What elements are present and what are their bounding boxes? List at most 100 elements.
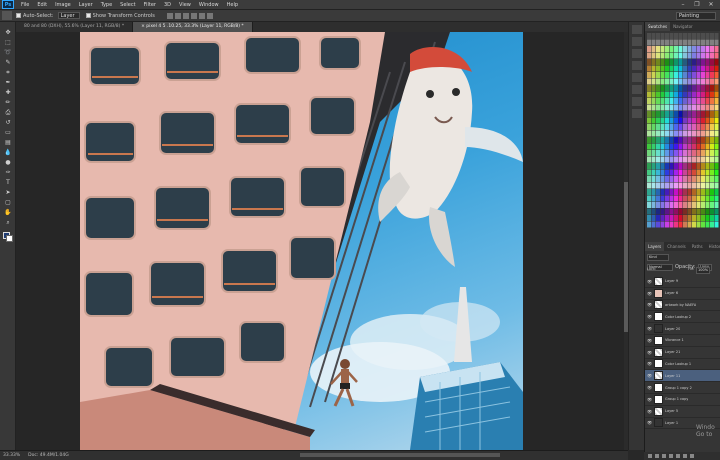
menu-window[interactable]: Window (195, 0, 223, 10)
visibility-eye-icon[interactable]: 👁 (647, 373, 652, 378)
visibility-eye-icon[interactable]: 👁 (647, 385, 652, 390)
move-tool-icon[interactable] (2, 11, 12, 20)
menu-filter[interactable]: Filter (140, 0, 160, 10)
shape-tool-icon[interactable]: ▢ (3, 198, 13, 207)
distribute-icon[interactable] (190, 12, 197, 19)
paragraph-panel-icon[interactable] (632, 85, 642, 94)
layer-row[interactable]: 👁 Layer 6 (645, 288, 720, 300)
auto-select-dropdown[interactable]: Layer (57, 12, 80, 19)
delete-layer-icon[interactable] (690, 454, 694, 458)
layer-row[interactable]: 👁 Color Lookup 2 (645, 311, 720, 324)
canvas-horizontal-scrollbar[interactable] (300, 453, 500, 457)
dodge-tool-icon[interactable]: ● (3, 158, 13, 167)
distribute-icon[interactable] (198, 12, 205, 19)
brush-tool-icon[interactable]: ✏ (3, 98, 13, 107)
zoom-tool-icon[interactable]: ⌕ (3, 218, 13, 227)
zoom-level[interactable]: 33.33% (3, 453, 20, 458)
clone-stamp-tool-icon[interactable]: ⎙ (3, 108, 13, 117)
canvas-area[interactable] (16, 32, 628, 450)
tab-history[interactable]: History (706, 242, 720, 251)
quick-select-tool-icon[interactable]: ✎ (3, 58, 13, 67)
layer-row[interactable]: 👁 Layer 20 (645, 323, 720, 335)
visibility-eye-icon[interactable]: 👁 (647, 302, 652, 307)
blur-tool-icon[interactable]: 💧 (3, 148, 13, 157)
type-tool-icon[interactable]: T (3, 178, 13, 187)
menu-file[interactable]: File (17, 0, 33, 10)
path-selection-tool-icon[interactable]: ➤ (3, 188, 13, 197)
add-mask-icon[interactable] (662, 454, 666, 458)
hand-tool-icon[interactable]: ✋ (3, 208, 13, 217)
visibility-eye-icon[interactable]: 👁 (647, 350, 652, 355)
background-color-swatch[interactable] (6, 235, 13, 242)
layer-row[interactable]: 👁 Layer 21 (645, 347, 720, 359)
auto-select-checkbox[interactable] (16, 13, 21, 18)
layer-row[interactable]: 👁 Group 1 copy (645, 394, 720, 406)
gradient-tool-icon[interactable]: ▤ (3, 138, 13, 147)
document-canvas[interactable] (80, 32, 523, 450)
tab-channels[interactable]: Channels (664, 242, 689, 251)
minimize-button[interactable]: – (676, 0, 690, 10)
align-center-icon[interactable] (174, 12, 181, 19)
menu-3d[interactable]: 3D (160, 0, 175, 10)
tab-navigator[interactable]: Navigator (670, 22, 696, 31)
layer-row[interactable]: 👁 Layer 5 (645, 406, 720, 418)
visibility-eye-icon[interactable]: 👁 (647, 326, 652, 331)
brush-panel-icon[interactable] (632, 61, 642, 70)
info-panel-icon[interactable] (632, 97, 642, 106)
maximize-button[interactable]: ❐ (690, 0, 704, 10)
layer-row[interactable]: 👁 Layer 9 (645, 276, 720, 288)
visibility-eye-icon[interactable]: 👁 (647, 420, 652, 425)
crop-tool-icon[interactable]: ⌗ (3, 68, 13, 77)
layer-filter-kind[interactable]: Kind (647, 253, 669, 261)
visibility-eye-icon[interactable]: 👁 (647, 361, 652, 366)
visibility-eye-icon[interactable]: 👁 (647, 338, 652, 343)
eyedropper-tool-icon[interactable]: ✒ (3, 78, 13, 87)
tab-layers[interactable]: Layers (645, 242, 665, 251)
healing-tool-icon[interactable]: ✚ (3, 88, 13, 97)
tab-paths[interactable]: Paths (689, 242, 706, 251)
link-layers-icon[interactable] (648, 454, 652, 458)
menu-select[interactable]: Select (116, 0, 139, 10)
layer-row[interactable]: 👁 Layer 11 (645, 370, 720, 383)
fill-field[interactable]: 100% (696, 267, 711, 274)
history-brush-tool-icon[interactable]: ↺ (3, 118, 13, 127)
visibility-eye-icon[interactable]: 👁 (647, 291, 652, 296)
new-layer-icon[interactable] (683, 454, 687, 458)
actions-panel-icon[interactable] (632, 37, 642, 46)
marquee-tool-icon[interactable]: ⬚ (3, 38, 13, 47)
visibility-eye-icon[interactable]: 👁 (647, 279, 652, 284)
new-group-icon[interactable] (676, 454, 680, 458)
pen-tool-icon[interactable]: ✑ (3, 168, 13, 177)
layer-row[interactable]: 👁 Color Lookup 1 (645, 359, 720, 371)
character-panel-icon[interactable] (632, 73, 642, 82)
menu-layer[interactable]: Layer (75, 0, 97, 10)
adjustment-layer-icon[interactable] (669, 454, 673, 458)
eraser-tool-icon[interactable]: ▭ (3, 128, 13, 137)
show-transform-checkbox[interactable] (85, 13, 91, 18)
history-panel-icon[interactable] (632, 25, 642, 34)
layer-row[interactable]: 👁 artwork by NAEFA (645, 300, 720, 312)
layer-row[interactable]: 👁 Vibrance 1 (645, 335, 720, 347)
tab-document-1[interactable]: 80 and 80 (DXH), 55.6% (Layer 11, RGB/8)… (16, 22, 134, 32)
workspace-switcher[interactable]: Painting (676, 12, 716, 20)
menu-edit[interactable]: Edit (33, 0, 51, 10)
close-button[interactable]: ✕ (704, 0, 718, 10)
menu-view[interactable]: View (175, 0, 195, 10)
properties-panel-icon[interactable] (632, 49, 642, 58)
layer-style-icon[interactable] (655, 454, 659, 458)
layer-row[interactable]: 👁 Group 1 copy 2 (645, 382, 720, 394)
distribute-icon[interactable] (206, 12, 213, 19)
menu-type[interactable]: Type (97, 0, 116, 10)
lasso-tool-icon[interactable]: ➰ (3, 48, 13, 57)
move-tool-icon[interactable]: ✥ (3, 28, 13, 37)
align-right-icon[interactable] (182, 12, 189, 19)
align-left-icon[interactable] (166, 12, 173, 19)
menu-image[interactable]: Image (51, 0, 75, 10)
swatches-grid[interactable] (647, 33, 719, 229)
tab-document-2[interactable]: × pixel 4 5 .10.25, 33.3% (Layer 11, RGB… (133, 22, 253, 32)
adjustments-panel-icon[interactable] (632, 109, 642, 118)
visibility-eye-icon[interactable]: 👁 (647, 397, 652, 402)
visibility-eye-icon[interactable]: 👁 (647, 409, 652, 414)
menu-help[interactable]: Help (223, 0, 242, 10)
visibility-eye-icon[interactable]: 👁 (647, 314, 652, 319)
